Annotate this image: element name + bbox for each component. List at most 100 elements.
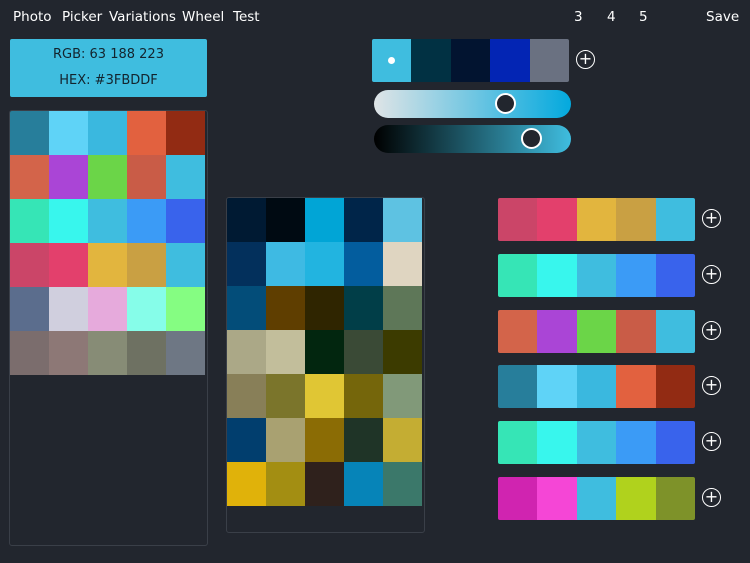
variation-swatch-9[interactable]	[383, 242, 422, 286]
saved-color-swatch-2[interactable]	[88, 111, 127, 155]
variation-swatch-7[interactable]	[305, 242, 344, 286]
variation-swatch-12[interactable]	[305, 286, 344, 330]
saved-color-swatch-23[interactable]	[127, 287, 166, 331]
tab-wheel[interactable]: Wheel	[182, 9, 224, 25]
variation-swatch-33[interactable]	[344, 462, 383, 506]
saved-color-swatch-27[interactable]	[88, 331, 127, 375]
saved-palette-1[interactable]	[498, 254, 695, 297]
saved-color-swatch-18[interactable]	[127, 243, 166, 287]
saved-color-swatch-29[interactable]	[166, 331, 205, 375]
saturation-slider-handle[interactable]	[495, 93, 516, 114]
variation-swatch-17[interactable]	[305, 330, 344, 374]
brightness-slider-handle[interactable]	[521, 128, 542, 149]
variation-swatch-24[interactable]	[383, 374, 422, 418]
add-palette-3-plus-icon[interactable]: +	[702, 376, 721, 395]
variation-swatch-8[interactable]	[344, 242, 383, 286]
save-button[interactable]: Save	[706, 9, 739, 25]
current-palette-swatch-4[interactable]	[529, 39, 569, 82]
saved-color-swatch-22[interactable]	[88, 287, 127, 331]
add-palette-5-plus-icon[interactable]: +	[702, 488, 721, 507]
add-palette-plus-icon[interactable]: +	[576, 50, 595, 69]
variation-swatch-10[interactable]	[227, 286, 266, 330]
brightness-slider[interactable]	[374, 125, 571, 153]
saved-color-swatch-8[interactable]	[127, 155, 166, 199]
saved-color-swatch-0[interactable]	[10, 111, 49, 155]
palette-size-5-button[interactable]: 5	[639, 9, 648, 25]
variation-swatch-18[interactable]	[344, 330, 383, 374]
variation-swatch-31[interactable]	[266, 462, 305, 506]
variation-swatch-26[interactable]	[266, 418, 305, 462]
current-palette-swatch-1[interactable]	[411, 39, 451, 82]
tab-test[interactable]: Test	[233, 9, 260, 25]
variation-swatch-20[interactable]	[227, 374, 266, 418]
variation-swatch-16[interactable]	[266, 330, 305, 374]
saved-color-swatch-20[interactable]	[10, 287, 49, 331]
saved-color-swatch-25[interactable]	[10, 331, 49, 375]
saved-color-swatch-4[interactable]	[166, 111, 205, 155]
saved-color-swatch-10[interactable]	[10, 199, 49, 243]
variation-swatch-29[interactable]	[383, 418, 422, 462]
variation-swatch-4[interactable]	[383, 198, 422, 242]
saved-color-swatch-3[interactable]	[127, 111, 166, 155]
variation-swatch-2[interactable]	[305, 198, 344, 242]
saved-color-swatch-28[interactable]	[127, 331, 166, 375]
variation-swatch-15[interactable]	[227, 330, 266, 374]
add-palette-4-plus-icon[interactable]: +	[702, 432, 721, 451]
saved-color-swatch-6[interactable]	[49, 155, 88, 199]
variation-swatch-34[interactable]	[383, 462, 422, 506]
variation-swatch-19[interactable]	[383, 330, 422, 374]
saved-color-swatch-15[interactable]	[10, 243, 49, 287]
current-palette-swatch-3[interactable]	[490, 39, 530, 82]
saved-color-swatch-7[interactable]	[88, 155, 127, 199]
variation-swatch-0[interactable]	[227, 198, 266, 242]
saved-color-swatch-9[interactable]	[166, 155, 205, 199]
saved-color-swatch-19[interactable]	[166, 243, 205, 287]
variations-panel	[226, 197, 425, 533]
tab-picker[interactable]: Picker	[62, 9, 102, 25]
variation-swatch-27[interactable]	[305, 418, 344, 462]
saved-color-swatch-16[interactable]	[49, 243, 88, 287]
saved-palette-4[interactable]	[498, 421, 695, 464]
variation-swatch-28[interactable]	[344, 418, 383, 462]
palette-size-3-button[interactable]: 3	[574, 9, 583, 25]
variation-swatch-32[interactable]	[305, 462, 344, 506]
variation-swatch-1[interactable]	[266, 198, 305, 242]
variation-swatch-23[interactable]	[344, 374, 383, 418]
add-palette-1-plus-icon[interactable]: +	[702, 265, 721, 284]
variation-swatch-25[interactable]	[227, 418, 266, 462]
variation-swatch-6[interactable]	[266, 242, 305, 286]
saved-color-swatch-11[interactable]	[49, 199, 88, 243]
saved-color-swatch-5[interactable]	[10, 155, 49, 199]
saved-palette-3[interactable]	[498, 365, 695, 408]
saved-color-swatch-12[interactable]	[88, 199, 127, 243]
tab-variations[interactable]: Variations	[109, 9, 176, 25]
tab-photo[interactable]: Photo	[13, 9, 52, 25]
saved-palette-2-swatch-4	[655, 310, 695, 353]
variation-swatch-5[interactable]	[227, 242, 266, 286]
variation-swatch-21[interactable]	[266, 374, 305, 418]
variation-swatch-11[interactable]	[266, 286, 305, 330]
add-palette-0-plus-icon[interactable]: +	[702, 209, 721, 228]
saved-color-swatch-24[interactable]	[166, 287, 205, 331]
current-palette-swatch-2[interactable]	[450, 39, 491, 82]
saved-color-swatch-17[interactable]	[88, 243, 127, 287]
variation-swatch-14[interactable]	[383, 286, 422, 330]
saved-color-swatch-14[interactable]	[166, 199, 205, 243]
saved-color-swatch-21[interactable]	[49, 287, 88, 331]
saved-palette-5[interactable]	[498, 477, 695, 520]
add-palette-2-plus-icon[interactable]: +	[702, 321, 721, 340]
variation-swatch-22[interactable]	[305, 374, 344, 418]
palette-size-4-button[interactable]: 4	[607, 9, 616, 25]
saved-color-swatch-26[interactable]	[49, 331, 88, 375]
saturation-slider[interactable]	[374, 90, 571, 118]
saved-palette-1-swatch-2	[576, 254, 617, 297]
saved-palette-5-swatch-1	[537, 477, 577, 520]
variation-swatch-30[interactable]	[227, 462, 266, 506]
saved-color-swatch-13[interactable]	[127, 199, 166, 243]
saved-color-swatch-1[interactable]	[49, 111, 88, 155]
variation-swatch-3[interactable]	[344, 198, 383, 242]
current-palette-swatch-0[interactable]	[372, 39, 412, 82]
variation-swatch-13[interactable]	[344, 286, 383, 330]
saved-palette-2[interactable]	[498, 310, 695, 353]
saved-palette-0[interactable]	[498, 198, 695, 241]
